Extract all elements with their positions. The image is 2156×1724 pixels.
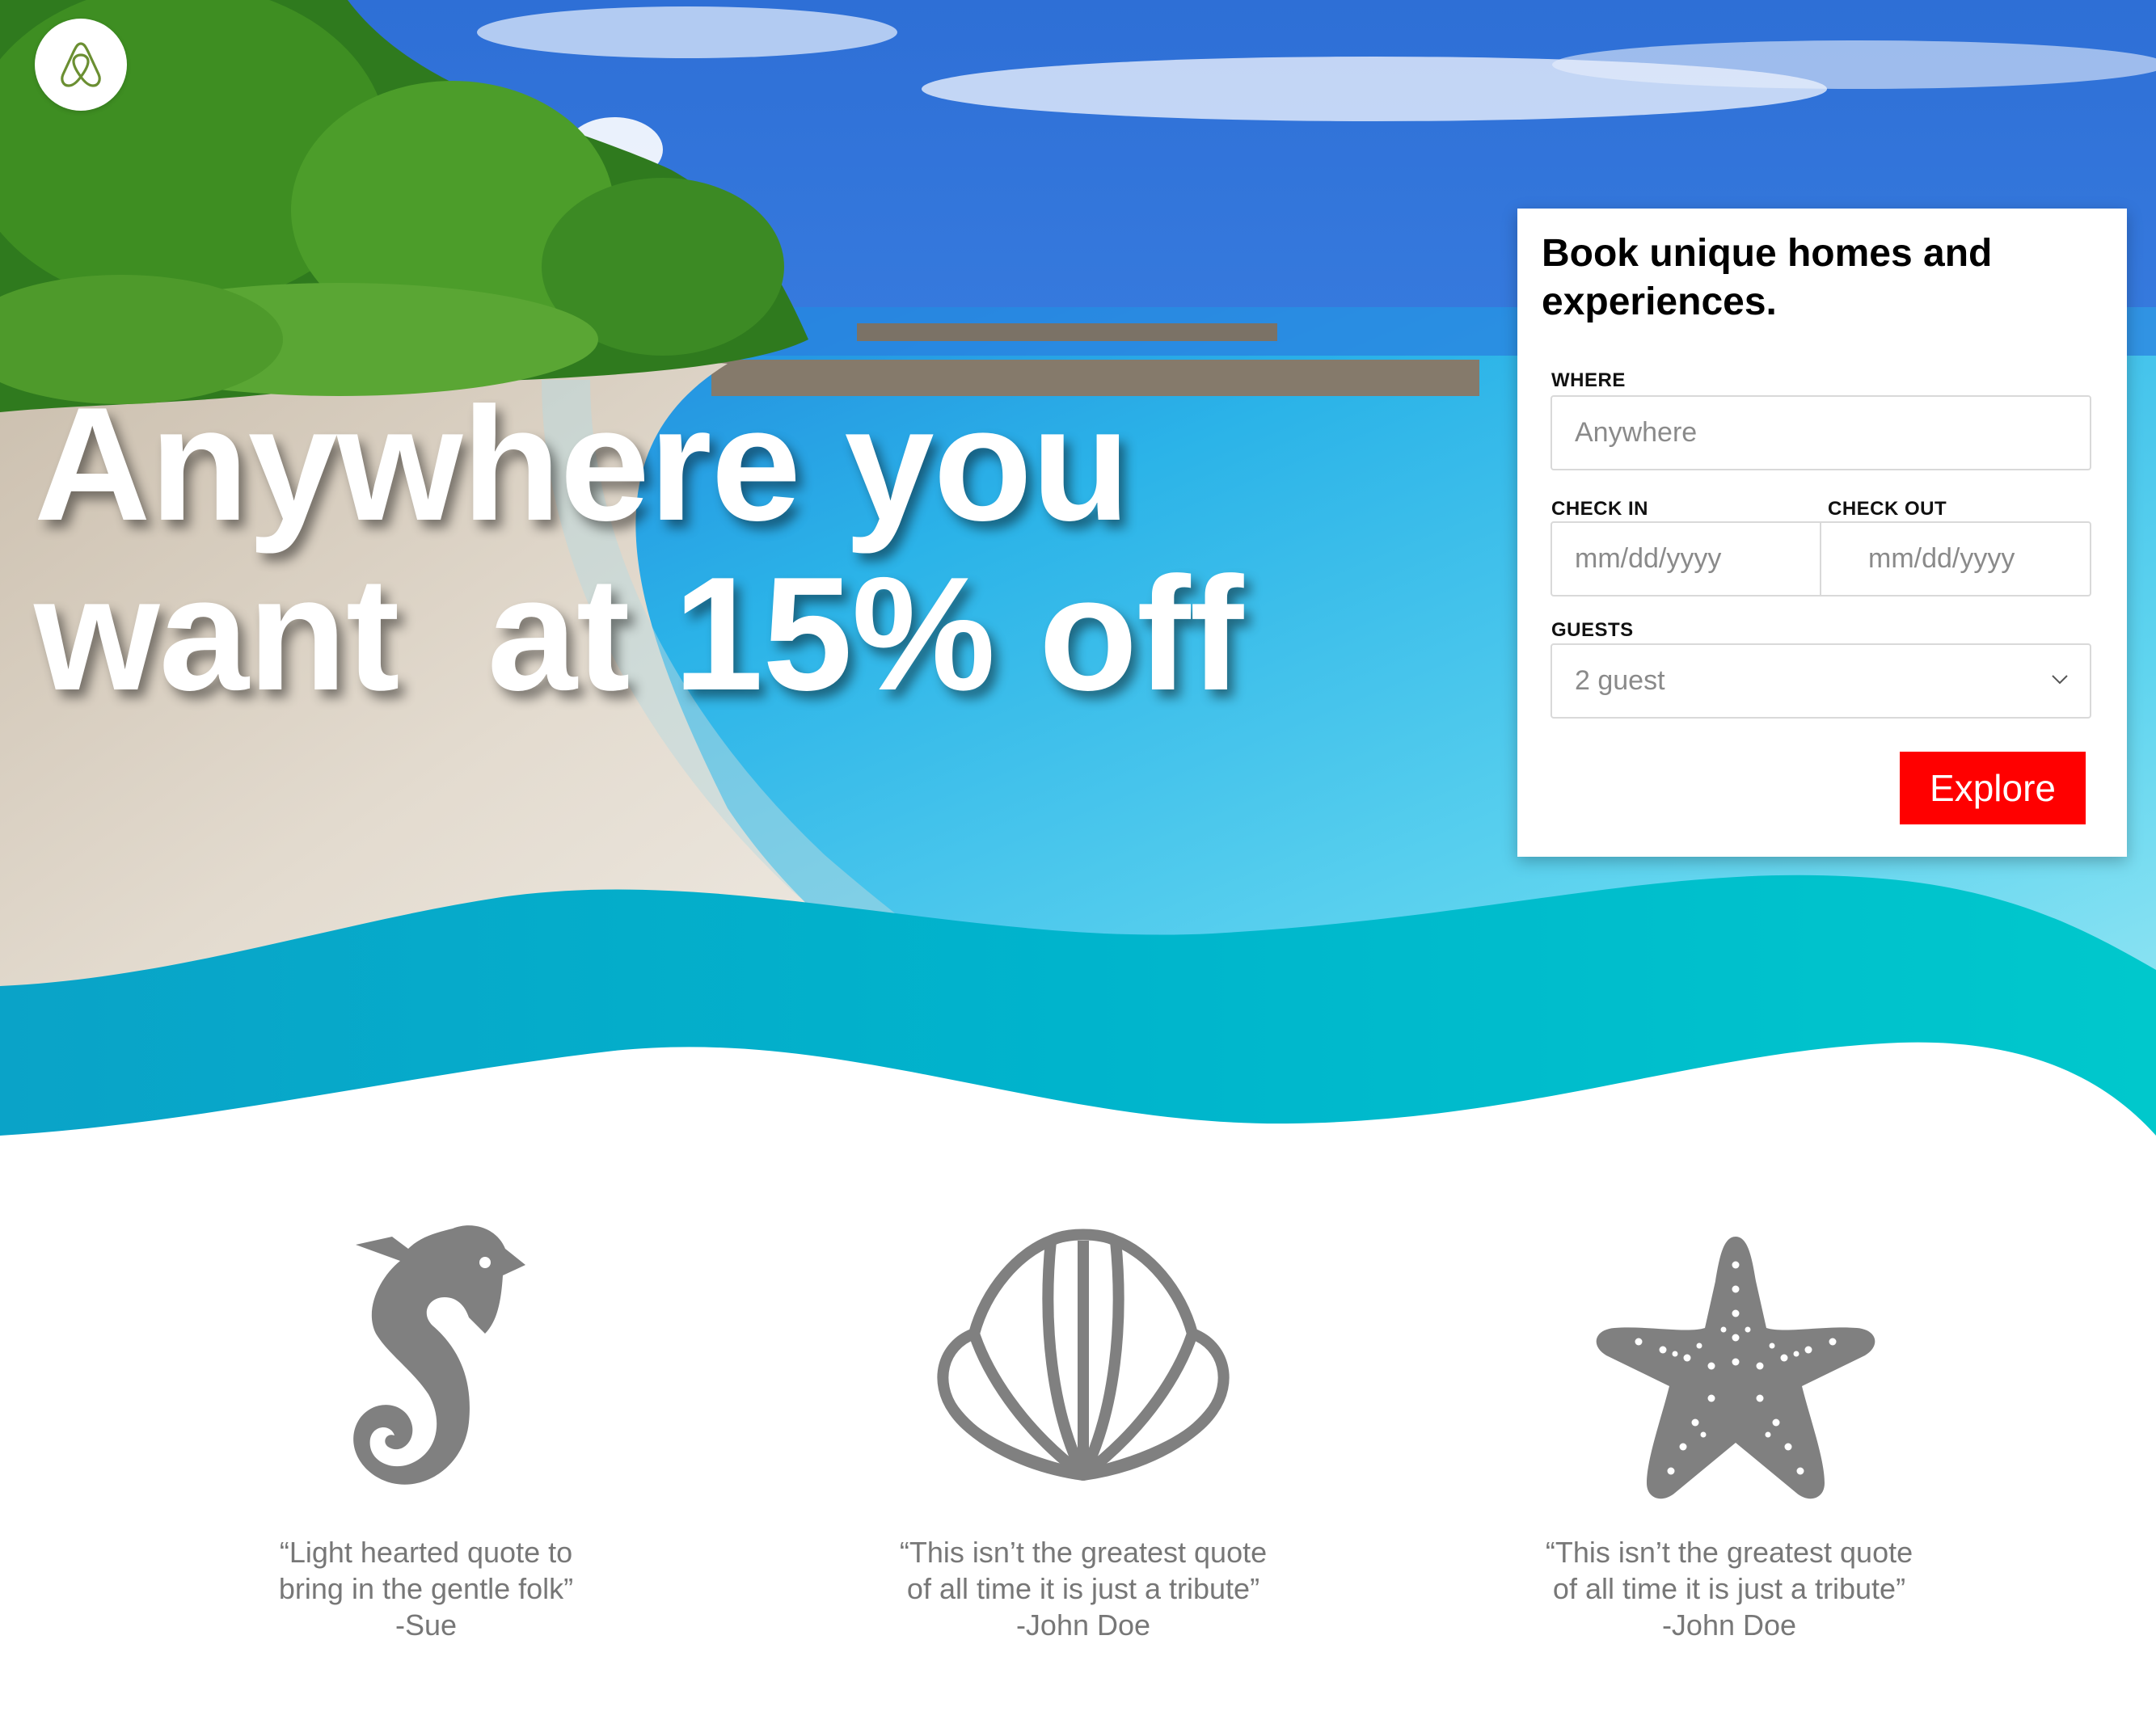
checkin-placeholder: mm/dd/yyyy bbox=[1575, 543, 1722, 574]
guests-select[interactable]: 2 guest bbox=[1551, 643, 2091, 719]
starfish-icon bbox=[1596, 1237, 1875, 1499]
quote-line-1: “This isn’t the greatest quote bbox=[1545, 1536, 1913, 1569]
where-input[interactable]: Anywhere bbox=[1551, 395, 2091, 470]
airbnb-logo-icon bbox=[61, 42, 101, 87]
guests-value: 2 guest bbox=[1575, 665, 1665, 696]
quote-author: -John Doe bbox=[1661, 1608, 1797, 1642]
testimonial-quote: “This isn’t the greatest quote of all ti… bbox=[1487, 1534, 1972, 1643]
checkin-input[interactable]: mm/dd/yyyy bbox=[1552, 523, 1821, 595]
hero-section: Anywhere you want at 15% off Book unique… bbox=[0, 0, 2156, 1148]
quote-line-2: of all time it is just a tribute” bbox=[906, 1572, 1260, 1605]
quote-line-2: of all time it is just a tribute” bbox=[1552, 1572, 1906, 1605]
where-placeholder: Anywhere bbox=[1575, 417, 1698, 448]
where-label: WHERE bbox=[1551, 369, 1626, 391]
shell-icon bbox=[937, 1229, 1230, 1481]
quote-line-1: “This isn’t the greatest quote bbox=[899, 1536, 1268, 1569]
checkout-input[interactable]: mm/dd/yyyy bbox=[1821, 523, 2090, 595]
quote-author: -John Doe bbox=[1015, 1608, 1151, 1642]
logo[interactable] bbox=[35, 19, 127, 111]
guests-label: GUESTS bbox=[1551, 619, 1634, 641]
chevron-down-icon bbox=[2052, 675, 2068, 685]
quote-line-1: “Light hearted quote to bbox=[279, 1536, 573, 1569]
headline-line-2: want at 15% off bbox=[34, 544, 1243, 724]
checkout-label: CHECK OUT bbox=[1828, 498, 1947, 520]
dates-field: mm/dd/yyyy mm/dd/yyyy bbox=[1551, 521, 2091, 596]
quote-line-2: bring in the gentle folk” bbox=[278, 1572, 574, 1605]
booking-title: Book unique homes and experiences. bbox=[1542, 232, 1993, 323]
checkout-placeholder: mm/dd/yyyy bbox=[1868, 543, 2015, 574]
quote-author: -Sue bbox=[394, 1608, 458, 1642]
testimonial-quote: “This isn’t the greatest quote of all ti… bbox=[841, 1534, 1326, 1643]
headline-line-1: Anywhere you bbox=[34, 374, 1130, 554]
explore-button[interactable]: Explore bbox=[1900, 752, 2086, 824]
hero-headline: Anywhere you want at 15% off bbox=[34, 380, 1243, 719]
seahorse-icon bbox=[353, 1225, 525, 1485]
testimonial-quote: “Light hearted quote to bring in the gen… bbox=[184, 1534, 669, 1643]
booking-card: Book unique homes and experiences. WHERE… bbox=[1517, 209, 2127, 857]
checkin-label: CHECK IN bbox=[1551, 498, 1649, 520]
